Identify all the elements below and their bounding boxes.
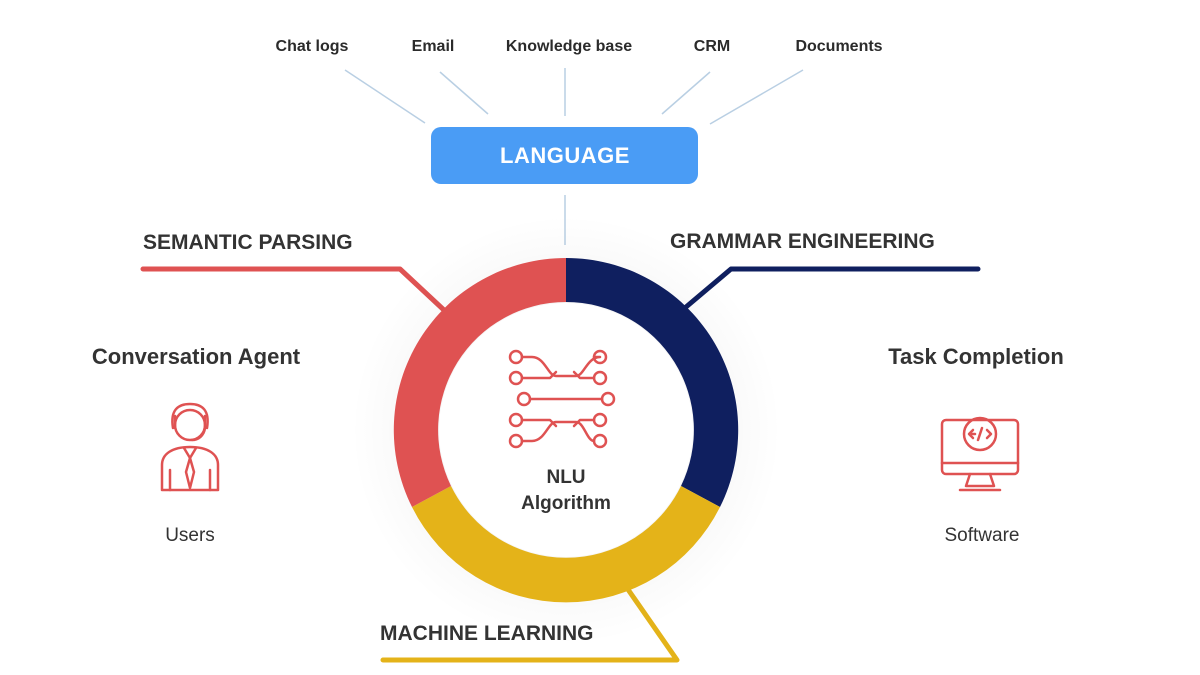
grammar-engineering-label: GRAMMAR ENGINEERING: [670, 230, 935, 253]
language-label: LANGUAGE: [500, 143, 630, 168]
source-knowledge-base: Knowledge base: [506, 38, 632, 55]
connector-email: [439, 71, 489, 115]
software-monitor-icon: [940, 416, 1020, 492]
connector-crm: [661, 71, 711, 115]
center-label-nlu: NLU: [546, 467, 585, 488]
language-box: LANGUAGE: [431, 127, 698, 184]
nlu-ring: [393, 257, 739, 603]
semantic-parsing-label: SEMANTIC PARSING: [143, 231, 353, 254]
center-label-algorithm: Algorithm: [521, 493, 611, 514]
source-crm: CRM: [694, 38, 730, 55]
connector-documents: [709, 69, 804, 125]
source-documents: Documents: [795, 38, 882, 55]
source-email: Email: [412, 38, 455, 55]
nlu-diagram: Chat logs Email Knowledge base CRM Docum…: [92, 38, 1064, 663]
connector-chat-logs: [344, 69, 426, 124]
conversation-agent-title: Conversation Agent: [92, 344, 301, 369]
ring-center: [439, 303, 693, 557]
task-completion-title: Task Completion: [888, 344, 1064, 369]
diagram-canvas: Chat logs Email Knowledge base CRM Docum…: [0, 0, 1200, 675]
users-label: Users: [165, 525, 215, 546]
source-chat-logs: Chat logs: [276, 38, 349, 55]
user-agent-icon: [160, 402, 220, 492]
software-label: Software: [945, 525, 1020, 546]
